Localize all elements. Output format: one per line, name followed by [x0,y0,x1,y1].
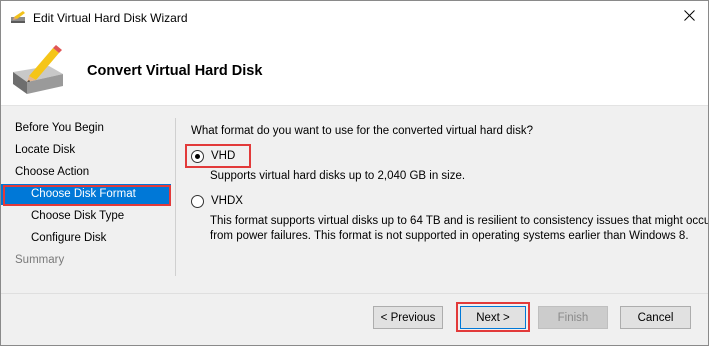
nav-item-choose-action[interactable]: Choose Action [1,162,171,183]
format-selection-panel: What format do you want to use for the c… [185,106,708,293]
window-title: Edit Virtual Hard Disk Wizard [33,11,188,25]
wizard-footer: < Previous Next > Finish Cancel [1,294,708,345]
nav-item-choose-disk-type[interactable]: Choose Disk Type [1,206,171,227]
vhd-description: Supports virtual hard disks up to 2,040 … [210,170,466,182]
vhd-radio-label[interactable]: VHD [211,150,235,162]
format-question: What format do you want to use for the c… [191,125,533,137]
hard-disk-pencil-icon [9,42,67,98]
nav-item-before-you-begin[interactable]: Before You Begin [1,118,171,139]
page-title: Convert Virtual Hard Disk [87,63,263,79]
vhd-radio-button[interactable] [191,149,204,163]
cancel-button[interactable]: Cancel [620,306,691,329]
vhdx-description-line2: from power failures. This format is not … [210,230,689,242]
nav-item-locate-disk[interactable]: Locate Disk [1,140,171,161]
nav-item-summary: Summary [15,254,65,266]
previous-button[interactable]: < Previous [373,306,443,329]
next-button[interactable]: Next > [460,306,526,329]
finish-button: Finish [538,306,608,329]
vhdx-description-line1: This format supports virtual disks up to… [210,215,709,227]
title-bar: Edit Virtual Hard Disk Wizard [1,1,708,34]
vhdx-radio-label[interactable]: VHDX [211,195,243,207]
vhdx-radio-button[interactable] [191,194,204,208]
wizard-window: Edit Virtual Hard Disk Wizard Convert Vi… [0,0,709,346]
app-icon [10,10,28,24]
wizard-header: Convert Virtual Hard Disk [1,34,708,106]
close-icon [683,10,695,24]
nav-item-choose-disk-format[interactable]: Choose Disk Format [1,184,171,205]
vhdx-radio-option[interactable]: VHDX [191,192,243,210]
vhd-radio-option[interactable]: VHD [191,147,235,165]
nav-item-configure-disk[interactable]: Configure Disk [1,228,171,249]
vertical-divider [175,118,176,276]
close-button[interactable] [674,2,704,32]
wizard-body: Before You Begin Locate Disk Choose Acti… [1,106,708,293]
